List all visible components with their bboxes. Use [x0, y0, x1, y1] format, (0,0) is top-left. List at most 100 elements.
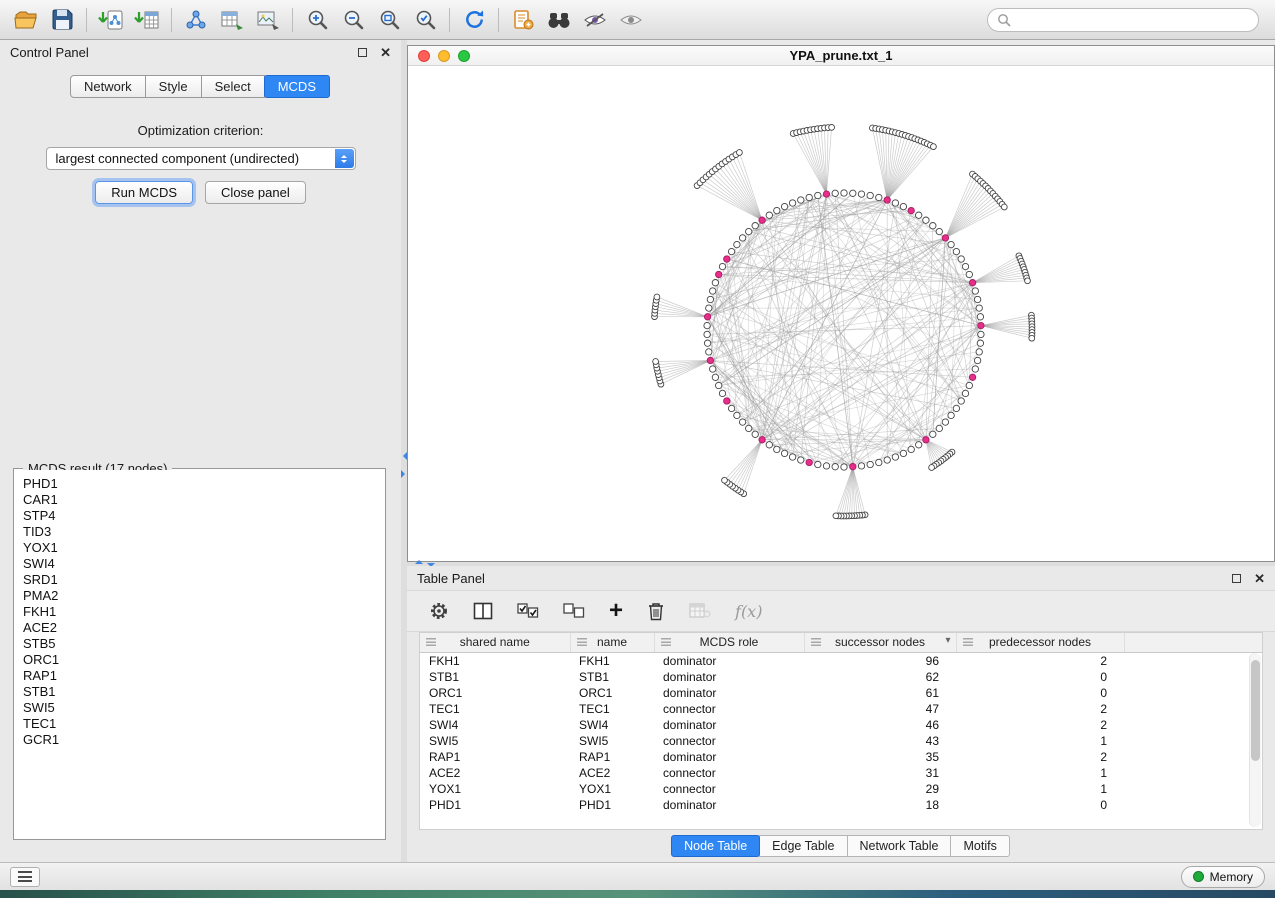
tab-network[interactable]: Network	[70, 75, 146, 98]
table-cell[interactable]: connector	[654, 733, 804, 749]
table-row[interactable]: FKH1FKH1dominator962	[420, 652, 1262, 669]
table-cell[interactable]: YOX1	[570, 781, 654, 797]
result-node-item[interactable]: SWI5	[23, 700, 376, 716]
table-cell[interactable]: 2	[956, 701, 1124, 717]
tab-motifs[interactable]: Motifs	[950, 835, 1009, 857]
table-cell[interactable]: 18	[804, 797, 956, 813]
table-cell[interactable]: SWI4	[570, 717, 654, 733]
add-column-button[interactable]: +	[609, 601, 623, 621]
export-image-button[interactable]	[250, 5, 286, 35]
show-columns-button[interactable]	[473, 602, 493, 620]
table-cell[interactable]: STB1	[570, 669, 654, 685]
result-node-item[interactable]: RAP1	[23, 668, 376, 684]
show-elements-button[interactable]	[613, 5, 649, 35]
close-panel-icon[interactable]: ✕	[380, 46, 391, 59]
tab-node-table[interactable]: Node Table	[671, 835, 760, 857]
find-button[interactable]	[541, 5, 577, 35]
table-row[interactable]: ACE2ACE2connector311	[420, 765, 1262, 781]
table-cell[interactable]: connector	[654, 781, 804, 797]
table-cell[interactable]: ACE2	[420, 765, 570, 781]
table-scrollbar[interactable]	[1249, 653, 1261, 827]
table-row[interactable]: YOX1YOX1connector291	[420, 781, 1262, 797]
table-cell[interactable]: ACE2	[570, 765, 654, 781]
memory-button[interactable]: Memory	[1181, 866, 1265, 888]
table-settings-button[interactable]	[429, 601, 449, 621]
menu-button[interactable]	[10, 867, 40, 887]
table-cell[interactable]: connector	[654, 765, 804, 781]
result-node-item[interactable]: SRD1	[23, 572, 376, 588]
table-cell[interactable]: ORC1	[420, 685, 570, 701]
table-cell[interactable]: 0	[956, 685, 1124, 701]
tab-style[interactable]: Style	[145, 75, 202, 98]
result-node-item[interactable]: YOX1	[23, 540, 376, 556]
zoom-fit-button[interactable]	[371, 5, 407, 35]
refresh-button[interactable]	[456, 5, 492, 35]
network-titlebar[interactable]: YPA_prune.txt_1	[408, 46, 1274, 66]
table-cell[interactable]: SWI5	[420, 733, 570, 749]
table-cell[interactable]: FKH1	[420, 652, 570, 669]
select-all-button[interactable]	[517, 603, 539, 619]
table-cell[interactable]: dominator	[654, 685, 804, 701]
result-node-item[interactable]: STP4	[23, 508, 376, 524]
deselect-all-button[interactable]	[563, 603, 585, 619]
table-cell[interactable]: 47	[804, 701, 956, 717]
delete-column-button[interactable]	[647, 601, 665, 621]
table-cell[interactable]: 62	[804, 669, 956, 685]
zoom-out-button[interactable]	[335, 5, 371, 35]
table-cell[interactable]: 0	[956, 669, 1124, 685]
result-node-item[interactable]: TID3	[23, 524, 376, 540]
table-cell[interactable]: dominator	[654, 652, 804, 669]
table-cell[interactable]: dominator	[654, 749, 804, 765]
table-row[interactable]: STB1STB1dominator620	[420, 669, 1262, 685]
table-cell[interactable]: 61	[804, 685, 956, 701]
table-cell[interactable]: 1	[956, 781, 1124, 797]
table-cell[interactable]: 46	[804, 717, 956, 733]
table-cell[interactable]: 29	[804, 781, 956, 797]
result-node-item[interactable]: ORC1	[23, 652, 376, 668]
table-cell[interactable]: SWI4	[420, 717, 570, 733]
network-canvas[interactable]	[408, 66, 1274, 561]
table-cell[interactable]: STB1	[420, 669, 570, 685]
zoom-selected-button[interactable]	[407, 5, 443, 35]
result-node-item[interactable]: CAR1	[23, 492, 376, 508]
import-network-button[interactable]	[93, 5, 129, 35]
table-cell[interactable]: 2	[956, 749, 1124, 765]
hide-elements-button[interactable]	[577, 5, 613, 35]
column-header-successor-nodes[interactable]: successor nodes▾	[804, 633, 956, 652]
column-header-shared-name[interactable]: shared name	[420, 633, 570, 652]
table-row[interactable]: TEC1TEC1connector472	[420, 701, 1262, 717]
table-cell[interactable]: ORC1	[570, 685, 654, 701]
table-cell[interactable]: 96	[804, 652, 956, 669]
table-cell[interactable]: PHD1	[570, 797, 654, 813]
table-cell[interactable]: TEC1	[570, 701, 654, 717]
tab-edge-table[interactable]: Edge Table	[759, 835, 847, 857]
table-row[interactable]: PHD1PHD1dominator180	[420, 797, 1262, 813]
result-node-item[interactable]: GCR1	[23, 732, 376, 748]
table-cell[interactable]: 31	[804, 765, 956, 781]
table-cell[interactable]: dominator	[654, 797, 804, 813]
result-node-item[interactable]: ACE2	[23, 620, 376, 636]
table-cell[interactable]: SWI5	[570, 733, 654, 749]
table-cell[interactable]: 2	[956, 652, 1124, 669]
export-table-button[interactable]	[214, 5, 250, 35]
tab-select[interactable]: Select	[201, 75, 265, 98]
result-node-item[interactable]: TEC1	[23, 716, 376, 732]
import-table-button[interactable]	[129, 5, 165, 35]
tab-mcds[interactable]: MCDS	[264, 75, 330, 98]
close-panel-icon[interactable]: ✕	[1254, 572, 1265, 585]
column-header-name[interactable]: name	[570, 633, 654, 652]
mcds-result-list[interactable]: PHD1CAR1STP4TID3YOX1SWI4SRD1PMA2FKH1ACE2…	[15, 470, 384, 838]
result-node-item[interactable]: STB1	[23, 684, 376, 700]
result-node-item[interactable]: SWI4	[23, 556, 376, 572]
column-menu-icon[interactable]: ▾	[945, 635, 950, 646]
scrollbar-thumb[interactable]	[1251, 660, 1260, 761]
result-node-item[interactable]: PHD1	[23, 476, 376, 492]
table-cell[interactable]: TEC1	[420, 701, 570, 717]
result-node-item[interactable]: PMA2	[23, 588, 376, 604]
table-cell[interactable]: 43	[804, 733, 956, 749]
float-panel-icon[interactable]	[358, 48, 367, 57]
zoom-in-button[interactable]	[299, 5, 335, 35]
table-row[interactable]: ORC1ORC1dominator610	[420, 685, 1262, 701]
table-cell[interactable]: 2	[956, 717, 1124, 733]
search-box[interactable]	[987, 8, 1259, 32]
